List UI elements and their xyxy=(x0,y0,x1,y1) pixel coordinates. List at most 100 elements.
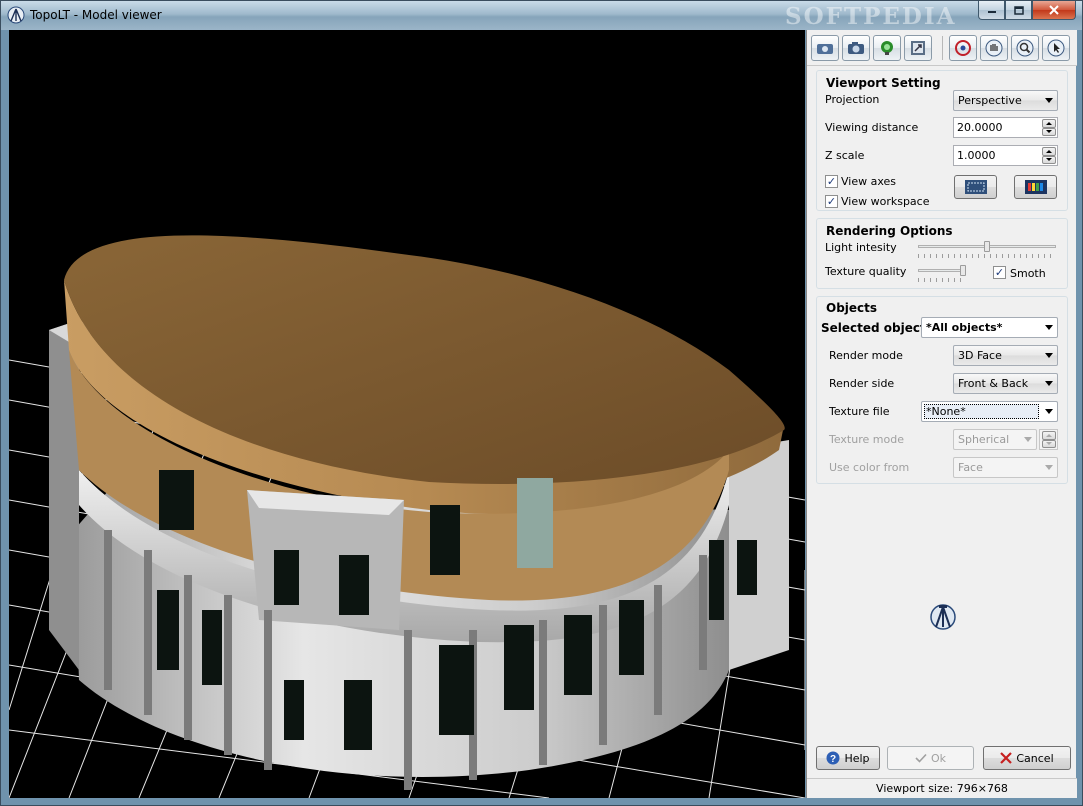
toolbar-button-pan[interactable] xyxy=(980,35,1008,61)
objects-title: Objects xyxy=(826,301,878,315)
view-axes-label: View axes xyxy=(841,175,897,188)
viewing-distance-spinner[interactable]: 20.0000 xyxy=(953,117,1058,138)
cancel-label: Cancel xyxy=(1016,751,1054,765)
render-side-label: Render side xyxy=(829,377,895,390)
use-color-from-select[interactable]: Face xyxy=(953,457,1058,478)
use-color-from-label: Use color from xyxy=(829,461,910,474)
model-render xyxy=(9,235,805,798)
z-scale-value: 1.0000 xyxy=(957,149,996,162)
render-mode-value: 3D Face xyxy=(958,349,1002,362)
close-icon xyxy=(1049,5,1059,15)
toolbar-button-export[interactable] xyxy=(904,35,932,61)
texture-file-select[interactable]: *None* xyxy=(921,401,1058,422)
chevron-down-icon xyxy=(1045,409,1053,414)
render-mode-select[interactable]: 3D Face xyxy=(953,345,1058,366)
toolbar-button-zoom[interactable] xyxy=(1011,35,1039,61)
spin-down-icon[interactable] xyxy=(1042,155,1056,164)
smooth-checkbox[interactable]: ✓ xyxy=(993,266,1006,279)
export-icon xyxy=(911,41,925,55)
texture-mode-value: Spherical xyxy=(958,433,1010,446)
watermark-text: SOFTPEDIA xyxy=(785,3,957,30)
toolbar-button-light[interactable] xyxy=(873,35,901,61)
chevron-down-icon xyxy=(1045,381,1053,386)
texture-mode-label: Texture mode xyxy=(829,433,904,446)
viewing-distance-value: 20.0000 xyxy=(957,121,1003,134)
selected-object-label: Selected object xyxy=(821,321,926,335)
maximize-button[interactable] xyxy=(1005,1,1032,20)
chevron-down-icon xyxy=(1024,437,1032,442)
minimize-icon xyxy=(987,11,996,13)
projection-value: Perspective xyxy=(958,94,1022,107)
select-pointer-icon xyxy=(1047,39,1065,57)
screenshot-icon xyxy=(817,44,833,54)
viewer-toolbar xyxy=(807,30,1077,66)
texture-file-value: *None* xyxy=(926,405,966,418)
color-palette-icon xyxy=(1024,180,1047,194)
cancel-button[interactable]: Cancel xyxy=(983,746,1071,770)
projection-label: Projection xyxy=(825,93,880,106)
topolt-app-icon xyxy=(7,6,25,24)
check-icon xyxy=(915,753,927,763)
3d-viewport[interactable] xyxy=(9,30,805,798)
spin-down-icon[interactable] xyxy=(1042,439,1056,448)
viewport-setting-group: Viewport Setting Projection Perspective … xyxy=(816,70,1068,211)
topolt-logo-icon xyxy=(930,604,956,630)
toolbar-button-camera[interactable] xyxy=(842,35,870,61)
toolbar-separator xyxy=(942,36,943,60)
maximize-icon xyxy=(1013,5,1024,15)
objects-group: Objects Selected object *All objects* Re… xyxy=(816,296,1068,484)
view-workspace-label: View workspace xyxy=(841,195,930,208)
render-side-value: Front & Back xyxy=(958,377,1029,390)
render-mode-label: Render mode xyxy=(829,349,903,362)
texture-mode-select[interactable]: Spherical xyxy=(953,429,1037,450)
light-intensity-slider[interactable] xyxy=(918,241,1056,261)
selected-object-value: *All objects* xyxy=(926,321,1003,334)
status-bar: Viewport size: 796×768 xyxy=(807,778,1077,798)
selected-object-select[interactable]: *All objects* xyxy=(921,317,1058,338)
help-icon: ? xyxy=(826,751,840,765)
view-axes-checkbox[interactable]: ✓ xyxy=(825,175,838,188)
model-viewer-window: TopoLT - Model viewer SOFTPEDIA Viewport… xyxy=(0,0,1083,806)
settings-panel: Viewport Setting Projection Perspective … xyxy=(806,30,1077,798)
z-scale-spinner[interactable]: 1.0000 xyxy=(953,145,1058,166)
color-settings-button[interactable] xyxy=(1014,175,1057,199)
toolbar-button-rotate[interactable] xyxy=(949,35,977,61)
toolbar-button-screenshot[interactable] xyxy=(811,35,839,61)
chevron-down-icon xyxy=(1045,353,1053,358)
light-icon xyxy=(881,41,893,55)
slider-thumb[interactable] xyxy=(984,241,990,252)
z-scale-label: Z scale xyxy=(825,149,865,162)
rendering-options-group: Rendering Options Light intesity Texture… xyxy=(816,218,1068,289)
texture-mode-spinner[interactable] xyxy=(1039,429,1058,450)
help-button[interactable]: ? Help xyxy=(816,746,880,770)
view-workspace-checkbox[interactable]: ✓ xyxy=(825,195,838,208)
render-side-select[interactable]: Front & Back xyxy=(953,373,1058,394)
texture-quality-label: Texture quality xyxy=(825,265,907,278)
ok-button[interactable]: Ok xyxy=(887,746,974,770)
texture-file-label: Texture file xyxy=(829,405,890,418)
ok-label: Ok xyxy=(930,751,947,765)
chevron-down-icon xyxy=(1045,98,1053,103)
texture-quality-slider[interactable] xyxy=(918,265,966,285)
close-button[interactable] xyxy=(1032,1,1076,20)
minimize-button[interactable] xyxy=(978,1,1005,20)
spin-up-icon[interactable] xyxy=(1042,147,1056,156)
svg-text:?: ? xyxy=(830,754,836,765)
glass-panel xyxy=(517,478,553,568)
camera-icon xyxy=(848,42,864,54)
pan-hand-icon xyxy=(985,39,1003,57)
fit-view-button[interactable] xyxy=(954,175,997,199)
chevron-down-icon xyxy=(1045,325,1053,330)
light-intensity-label: Light intesity xyxy=(825,241,897,254)
chevron-down-icon xyxy=(1045,465,1053,470)
projection-select[interactable]: Perspective xyxy=(953,90,1058,111)
spin-up-icon[interactable] xyxy=(1042,119,1056,128)
spin-up-icon[interactable] xyxy=(1042,431,1056,440)
rendering-options-title: Rendering Options xyxy=(826,224,953,238)
use-color-from-value: Face xyxy=(958,461,983,474)
title-bar[interactable]: TopoLT - Model viewer SOFTPEDIA xyxy=(1,1,1082,30)
spin-down-icon[interactable] xyxy=(1042,127,1056,136)
toolbar-button-select[interactable] xyxy=(1042,35,1070,61)
slider-thumb[interactable] xyxy=(960,265,966,276)
help-label: Help xyxy=(844,751,870,765)
